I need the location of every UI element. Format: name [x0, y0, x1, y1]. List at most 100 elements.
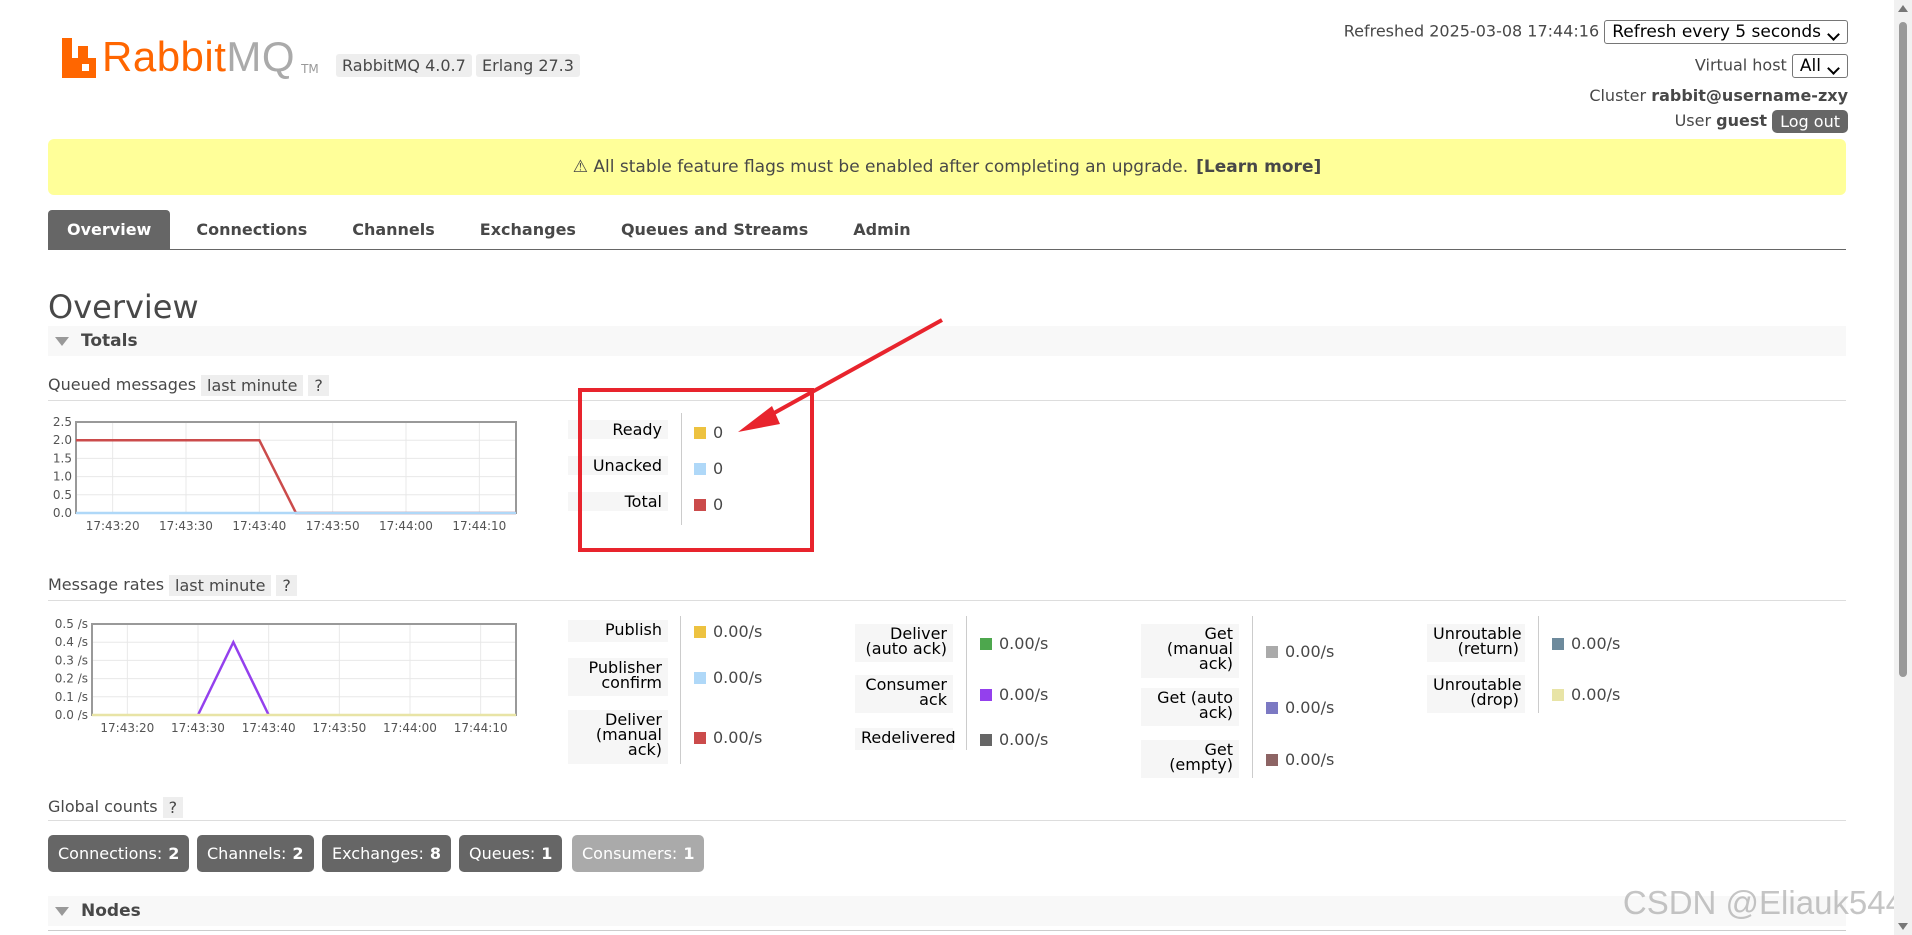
get-empty-swatch [1266, 753, 1278, 766]
queued-messages-title: Queued messages [48, 375, 197, 394]
legend-label-redelivered: Redelivered [855, 728, 956, 750]
virtual-host-label: Virtual host [1694, 55, 1787, 75]
channels-count-button[interactable]: Channels: 2 [197, 835, 314, 872]
scrollbar-thumb[interactable] [1899, 22, 1907, 677]
consumers-count-button[interactable]: Consumers: 1 [572, 835, 705, 872]
nodes-table [48, 930, 1846, 935]
scroll-down-arrow-icon[interactable] [1898, 923, 1908, 930]
message-rates-title: Message rates [48, 575, 165, 594]
rabbitmq-logo[interactable]: RabbitMQ TM [62, 28, 319, 78]
collapse-triangle-icon [55, 336, 69, 346]
totals-section-label: Totals [81, 331, 138, 351]
tab-channels[interactable]: Channels [333, 210, 454, 249]
legend-value-redelivered: 0.00/s [980, 730, 1048, 749]
refresh-interval-select[interactable]: Refresh every 5 seconds [1604, 20, 1848, 44]
tab-connections[interactable]: Connections [177, 210, 326, 249]
legend-divider [966, 616, 967, 750]
plot-frame [91, 623, 517, 716]
watermark-text: CSDN @Eliauk544 [1622, 884, 1904, 921]
scroll-up-arrow-icon[interactable] [1898, 5, 1908, 12]
exchanges-count-button[interactable]: Exchanges: 8 [322, 835, 452, 872]
collapse-triangle-icon [55, 906, 69, 916]
queued-range-selector[interactable]: last minute [201, 375, 304, 396]
rates-range-selector[interactable]: last minute [169, 575, 272, 596]
legend-label-publisher-confirm: Publisher confirm [568, 658, 668, 696]
unroutable-drop-swatch [1552, 688, 1564, 701]
x-tick-label: 17:44:10 [454, 721, 508, 735]
legend-divider [680, 616, 681, 764]
erlang-version: Erlang 27.3 [476, 54, 580, 77]
nodes-section-toggle[interactable]: Nodes [48, 896, 1846, 926]
main-nav-tabs: Overview Connections Channels Exchanges … [48, 210, 1846, 250]
y-tick-label: 0.5 [53, 488, 72, 502]
message-rates-chart: 0.0 /s 0.1 /s 0.2 /s 0.3 /s 0.4 /s 0.5 /s 17:4… [55, 617, 517, 735]
page-title: Overview [48, 288, 199, 326]
legend-label-get-empty: Get (empty) [1141, 740, 1239, 778]
cluster-name: rabbit@username-zxy [1651, 86, 1848, 105]
legend-value-unroutable-return: 0.00/s [1552, 634, 1620, 653]
rates-help-button[interactable]: ? [276, 575, 297, 596]
user-name: guest [1716, 111, 1768, 130]
y-tick-label: 2.0 [53, 433, 72, 447]
y-tick-label: 0.1 /s [55, 690, 88, 704]
get-manual-ack-swatch [1266, 645, 1278, 658]
x-tick-label: 17:43:50 [312, 721, 366, 735]
deliver-auto-ack-swatch [980, 637, 992, 650]
logo-text: RabbitMQ [102, 33, 296, 80]
x-tick-label: 17:43:30 [171, 721, 225, 735]
y-tick-label: 1.5 [53, 451, 72, 465]
redelivered-swatch [980, 733, 992, 746]
connections-count-button[interactable]: Connections: 2 [48, 835, 190, 872]
x-tick-label: 17:43:40 [242, 721, 296, 735]
legend-value-publish: 0.00/s [694, 622, 762, 641]
y-tick-label: 1.0 [53, 470, 72, 484]
consumer-ack-swatch [980, 688, 992, 701]
get-auto-ack-swatch [1266, 701, 1278, 714]
feature-flags-warning: ⚠ All stable feature flags must be enabl… [48, 139, 1846, 195]
legend-label-deliver-auto-ack: Deliver (auto ack) [855, 624, 953, 662]
legend-value-get-auto-ack: 0.00/s [1266, 698, 1334, 717]
legend-value-deliver-manual-ack: 0.00/s [694, 728, 762, 747]
rabbitmq-logo-icon [62, 38, 96, 78]
rabbitmq-version: RabbitMQ 4.0.7 [336, 54, 472, 77]
user-label: User [1674, 111, 1712, 130]
tab-overview[interactable]: Overview [48, 210, 171, 249]
x-tick-label: 17:43:50 [306, 519, 360, 533]
legend-divider [1252, 616, 1253, 778]
queues-count-button[interactable]: Queues: 1 [459, 835, 563, 872]
virtual-host-select[interactable]: All [1791, 54, 1848, 78]
deliver-manual-ack-swatch [694, 731, 706, 744]
legend-divider [1538, 616, 1539, 713]
learn-more-link[interactable]: [Learn more] [1196, 157, 1321, 177]
message-rates-header: Message rates last minute ? [48, 575, 1846, 601]
nodes-section-label: Nodes [81, 901, 141, 921]
cluster-label: Cluster [1589, 86, 1647, 105]
tab-queues-and-streams[interactable]: Queues and Streams [602, 210, 827, 249]
legend-label-get-manual-ack: Get (manual ack) [1141, 624, 1239, 678]
publish-swatch [694, 625, 706, 638]
legend-value-get-empty: 0.00/s [1266, 750, 1334, 769]
legend-value-publisher-confirm: 0.00/s [694, 668, 762, 687]
publisher-confirm-swatch [694, 671, 706, 684]
logout-button[interactable]: Log out [1772, 110, 1848, 133]
y-tick-label: 0.4 /s [55, 635, 88, 649]
queued-messages-chart: 0.0 0.5 1.0 1.5 2.0 2.5 17:43:20 17:43:30 17:43:… [53, 415, 517, 533]
plot-frame [75, 421, 517, 514]
global-counts-help-button[interactable]: ? [162, 797, 184, 818]
x-tick-label: 17:43:20 [100, 721, 154, 735]
tab-admin[interactable]: Admin [834, 210, 929, 249]
vertical-scrollbar[interactable] [1894, 0, 1912, 935]
cluster-row: Cluster rabbit@username-zxy [1589, 86, 1848, 105]
legend-label-deliver-manual-ack: Deliver (manual ack) [568, 710, 668, 764]
tab-exchanges[interactable]: Exchanges [461, 210, 595, 249]
y-tick-label: 0.0 /s [55, 708, 88, 722]
queued-help-button[interactable]: ? [308, 375, 329, 396]
legend-label-unroutable-return: Unroutable (return) [1427, 624, 1525, 662]
x-tick-label: 17:43:30 [159, 519, 213, 533]
logo-trademark: TM [301, 62, 319, 76]
annotation-arrow-icon [738, 318, 943, 432]
x-tick-label: 17:43:20 [86, 519, 140, 533]
legend-label-unroutable-drop: Unroutable (drop) [1427, 675, 1525, 713]
y-tick-label: 0.3 /s [55, 653, 88, 667]
legend-label-publish: Publish [568, 620, 668, 642]
